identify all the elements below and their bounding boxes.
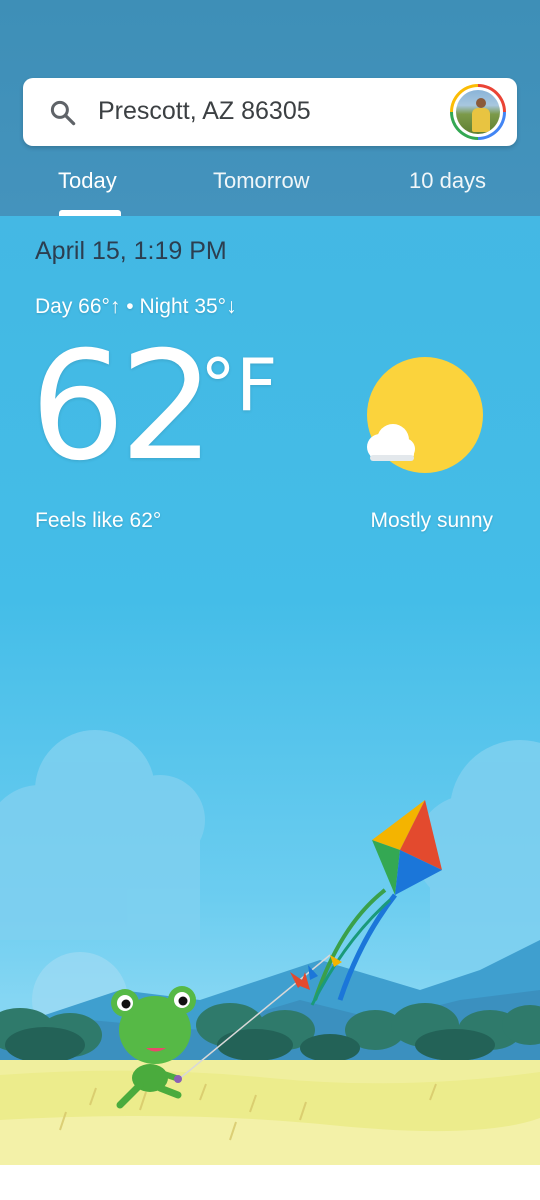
tab-today[interactable]: Today xyxy=(58,166,117,196)
sun-with-cloud-icon xyxy=(367,357,483,473)
search-icon[interactable] xyxy=(48,98,78,128)
selected-tab-indicator xyxy=(59,210,121,216)
condition-text: Mostly sunny xyxy=(370,509,493,532)
current-temperature: 62 xyxy=(30,320,215,494)
weather-app: Prescott, AZ 86305 Today Tomorrow 10 day… xyxy=(0,0,540,1165)
tab-10-days[interactable]: 10 days xyxy=(409,166,486,196)
avatar-photo xyxy=(456,90,500,134)
account-avatar[interactable] xyxy=(450,84,506,140)
search-location-text[interactable]: Prescott, AZ 86305 xyxy=(98,93,311,129)
current-datetime: April 15, 1:19 PM xyxy=(35,237,227,265)
background-clouds xyxy=(0,730,540,970)
feels-like-text: Feels like 62° xyxy=(35,509,162,532)
day-night-temperatures: Day 66°↑ • Night 35°↓ xyxy=(35,295,237,318)
temperature-unit[interactable]: °F xyxy=(200,340,277,430)
weather-illustration xyxy=(0,730,540,1165)
tab-tomorrow[interactable]: Tomorrow xyxy=(213,166,310,196)
